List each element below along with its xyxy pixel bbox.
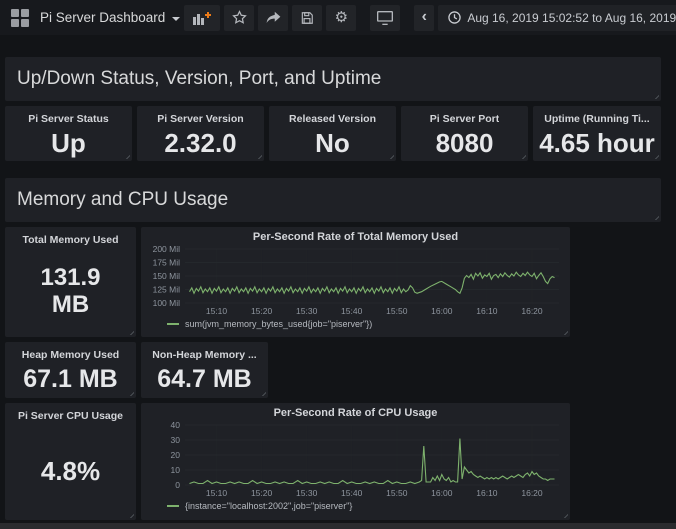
panel-cpu-usage[interactable]: Pi Server CPU Usage 4.8% xyxy=(5,403,136,520)
svg-text:16:10: 16:10 xyxy=(476,306,498,316)
svg-text:40: 40 xyxy=(171,422,181,430)
star-icon xyxy=(232,10,247,25)
memory-rate-panel-title[interactable]: Per-Second Rate of Total Memory Used xyxy=(141,227,570,246)
stat-value: 8080 xyxy=(436,125,494,161)
chevron-left-icon: ‹ xyxy=(422,9,427,25)
legend-line-swatch xyxy=(167,323,179,325)
svg-text:15:10: 15:10 xyxy=(206,488,228,498)
svg-text:16:00: 16:00 xyxy=(431,488,453,498)
svg-text:30: 30 xyxy=(171,435,181,445)
total-memory-value-number: 131.9 xyxy=(40,265,100,291)
svg-text:0: 0 xyxy=(175,480,180,490)
stat-value: 2.32.0 xyxy=(164,125,236,161)
svg-text:15:30: 15:30 xyxy=(296,488,318,498)
stat-value: Up xyxy=(51,125,86,161)
memory-chart-legend[interactable]: sum(jvm_memory_bytes_used{job="piserver"… xyxy=(167,319,570,329)
stat-value: 64.7 MB xyxy=(157,361,251,398)
svg-text:10: 10 xyxy=(171,465,181,475)
section-row-updown[interactable]: Up/Down Status, Version, Port, and Uptim… xyxy=(5,57,661,101)
dashboard-header: Pi Server Dashboard xyxy=(0,0,676,35)
svg-text:15:10: 15:10 xyxy=(206,306,228,316)
stat-title: Heap Memory Used xyxy=(22,349,119,361)
svg-text:16:20: 16:20 xyxy=(521,488,543,498)
dashboards-grid-icon[interactable] xyxy=(10,8,30,28)
stat-title: Non-Heap Memory ... xyxy=(152,349,256,361)
stat-title: Pi Server Port xyxy=(430,113,499,125)
section-row-memory-cpu-title: Memory and CPU Usage xyxy=(17,189,228,211)
grafana-dashboard: Pi Server Dashboard xyxy=(0,0,676,529)
dashboard-title[interactable]: Pi Server Dashboard xyxy=(40,10,180,25)
panel-total-memory-used[interactable]: Total Memory Used 131.9 MB xyxy=(5,227,136,337)
svg-text:15:50: 15:50 xyxy=(386,488,408,498)
svg-text:15:20: 15:20 xyxy=(251,306,273,316)
stat-title: Pi Server CPU Usage xyxy=(18,410,123,422)
svg-text:175 Mil: 175 Mil xyxy=(153,258,181,268)
total-memory-value-unit: MB xyxy=(52,292,89,318)
svg-text:125 Mil: 125 Mil xyxy=(153,285,181,295)
chevron-down-icon xyxy=(172,17,180,21)
panel-uptime[interactable]: Uptime (Running Ti... 4.65 hour xyxy=(533,106,661,161)
save-button[interactable] xyxy=(292,5,322,31)
panel-nonheap-memory-used[interactable]: Non-Heap Memory ... 64.7 MB xyxy=(141,342,268,398)
svg-text:15:30: 15:30 xyxy=(296,306,318,316)
share-button[interactable] xyxy=(258,5,288,31)
stat-title: Pi Server Version xyxy=(157,113,243,125)
stat-title: Released Version xyxy=(289,113,376,125)
stat-title: Total Memory Used xyxy=(22,234,118,246)
panel-memory-rate-chart[interactable]: Per-Second Rate of Total Memory Used 100… xyxy=(141,227,570,337)
panel-cpu-rate-chart[interactable]: Per-Second Rate of CPU Usage 0 10 20 30 40 15… xyxy=(141,403,570,520)
monitor-icon xyxy=(377,11,393,25)
cpu-chart-legend[interactable]: {instance="localhost:2002",job="piserver… xyxy=(167,501,570,511)
header-toolbar: ⚙ ‹ Aug 16, 2019 15:02:52 to Aug 16, 201… xyxy=(180,5,676,31)
svg-text:16:20: 16:20 xyxy=(521,306,543,316)
svg-text:15:50: 15:50 xyxy=(386,306,408,316)
stat-value: 67.1 MB xyxy=(23,361,117,398)
svg-text:15:20: 15:20 xyxy=(251,488,273,498)
cycle-view-button[interactable] xyxy=(370,5,400,31)
stat-title: Uptime (Running Ti... xyxy=(544,113,649,125)
floppy-disk-icon xyxy=(300,11,314,25)
cpu-rate-chart[interactable]: 0 10 20 30 40 15:10 15:20 15:30 15:40 15:50 16:00 1… xyxy=(147,422,564,498)
stat-value: 131.9 MB xyxy=(40,246,100,337)
panel-pi-server-status[interactable]: Pi Server Status Up xyxy=(5,106,132,161)
legend-line-swatch xyxy=(167,505,179,507)
stat-value: 4.65 hour xyxy=(539,125,655,161)
dashboard-title-text: Pi Server Dashboard xyxy=(40,10,165,25)
svg-text:200 Mil: 200 Mil xyxy=(153,246,181,254)
panel-heap-memory-used[interactable]: Heap Memory Used 67.1 MB xyxy=(5,342,136,398)
svg-text:15:40: 15:40 xyxy=(341,488,363,498)
panel-pi-server-version[interactable]: Pi Server Version 2.32.0 xyxy=(137,106,264,161)
favorite-button[interactable] xyxy=(224,5,254,31)
time-back-button[interactable]: ‹ xyxy=(414,5,434,31)
svg-text:16:10: 16:10 xyxy=(476,488,498,498)
svg-text:20: 20 xyxy=(171,450,181,460)
svg-text:15:40: 15:40 xyxy=(341,306,363,316)
legend-label: sum(jvm_memory_bytes_used{job="piserver"… xyxy=(185,319,372,329)
section-row-updown-title: Up/Down Status, Version, Port, and Uptim… xyxy=(17,68,381,90)
share-arrow-icon xyxy=(266,11,281,25)
time-range-text: Aug 16, 2019 15:02:52 to Aug 16, 2019 16 xyxy=(467,11,676,25)
settings-button[interactable]: ⚙ xyxy=(326,5,356,31)
panel-pi-server-port[interactable]: Pi Server Port 8080 xyxy=(401,106,528,161)
cpu-rate-panel-title[interactable]: Per-Second Rate of CPU Usage xyxy=(141,403,570,422)
bar-chart-plus-icon xyxy=(193,11,211,25)
bottom-edge-bar xyxy=(0,523,676,529)
gear-icon: ⚙ xyxy=(335,10,348,25)
stat-value: 4.8% xyxy=(41,422,100,520)
time-range-picker[interactable]: Aug 16, 2019 15:02:52 to Aug 16, 2019 16 xyxy=(438,5,676,31)
memory-rate-chart[interactable]: 100 Mil 125 Mil 150 Mil 175 Mil 200 Mil 15:10… xyxy=(147,246,564,316)
svg-text:150 Mil: 150 Mil xyxy=(153,271,181,281)
svg-text:16:00: 16:00 xyxy=(431,306,453,316)
stat-value: No xyxy=(315,125,350,161)
panel-released-version[interactable]: Released Version No xyxy=(269,106,396,161)
clock-icon xyxy=(448,11,461,24)
legend-label: {instance="localhost:2002",job="piserver… xyxy=(185,501,352,511)
stat-title: Pi Server Status xyxy=(28,113,109,125)
svg-text:100 Mil: 100 Mil xyxy=(153,298,181,308)
section-row-memory-cpu[interactable]: Memory and CPU Usage xyxy=(5,178,661,222)
add-panel-button[interactable] xyxy=(184,5,220,31)
